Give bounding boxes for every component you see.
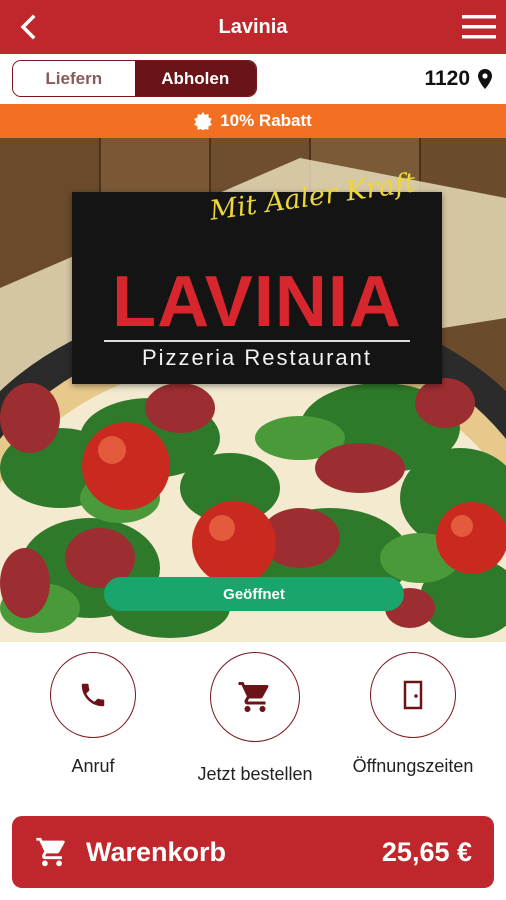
location-selector[interactable]: 1120	[424, 64, 492, 94]
opening-hours-action[interactable]: Öffnungszeiten	[348, 652, 478, 792]
opening-hours-label: Öffnungszeiten	[352, 756, 474, 776]
discount-label: 10% Rabatt	[220, 111, 312, 130]
cart-total: 25,65 €	[381, 836, 472, 867]
page-title: Lavinia	[218, 15, 288, 38]
hamburger-menu-icon[interactable]	[462, 14, 496, 40]
brand-wordmark: LAVINIA	[112, 264, 402, 336]
phone-icon	[81, 683, 105, 707]
discount-banner: 10% Rabatt	[0, 104, 506, 138]
app-bar: Lavinia	[0, 0, 506, 54]
deliver-option[interactable]: Liefern	[13, 61, 135, 96]
logo-subtitle: Pizzeria Restaurant	[142, 345, 372, 370]
order-action[interactable]: Jetzt bestellen	[188, 652, 318, 792]
call-button[interactable]	[50, 652, 136, 738]
order-button[interactable]	[210, 652, 300, 742]
door-icon	[403, 680, 423, 710]
location-pin-icon	[478, 69, 492, 89]
delivery-mode-toggle: Liefern Abholen	[12, 60, 257, 97]
cart-icon	[238, 682, 269, 712]
logo-divider	[104, 340, 410, 342]
zip-code: 1120	[424, 67, 470, 90]
brand-name: LAVINIA	[112, 264, 402, 336]
pickup-option[interactable]: Abholen	[134, 61, 256, 96]
cart-bar[interactable]: Warenkorb 25,65 €	[12, 816, 494, 888]
opening-hours-button[interactable]	[370, 652, 456, 738]
cart-icon	[36, 837, 65, 867]
cart-label: Warenkorb	[86, 836, 227, 867]
call-action[interactable]: Anruf	[28, 652, 158, 792]
open-status-badge: Geöffnet	[104, 577, 404, 611]
discount-badge-icon	[194, 112, 212, 130]
back-arrow-icon[interactable]	[14, 12, 44, 42]
